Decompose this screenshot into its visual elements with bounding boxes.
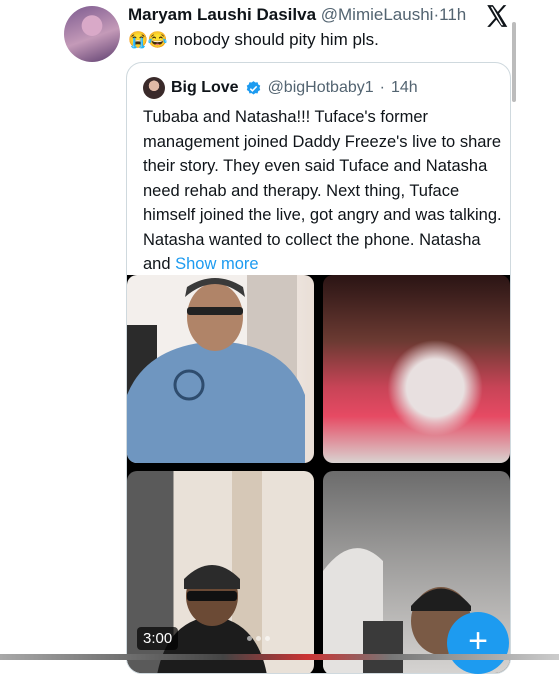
quoted-author-handle[interactable]: @bigHotbaby1	[268, 79, 374, 97]
show-more-link[interactable]: Show more	[175, 255, 258, 273]
author-avatar[interactable]	[64, 6, 120, 62]
compose-button[interactable]: +	[447, 612, 509, 674]
page-dot	[247, 636, 252, 641]
emoji-cry-laugh: 😭😂	[128, 32, 168, 49]
quoted-header: Big Love @bigHotbaby1 · 14h	[143, 77, 418, 99]
quoted-avatar[interactable]	[143, 77, 165, 99]
page-dot	[256, 636, 261, 641]
quoted-time[interactable]: 14h	[391, 79, 418, 97]
video-frame-top-left	[127, 275, 314, 463]
quoted-time-separator: ·	[379, 79, 385, 96]
video-player[interactable]: 3:00	[127, 275, 510, 673]
video-frame-top-right	[323, 275, 510, 463]
tweet-body: 😭😂 nobody should pity him pls.	[128, 30, 379, 50]
quoted-tweet[interactable]: Big Love @bigHotbaby1 · 14h Tubaba and Nat…	[126, 62, 511, 674]
author-line: Maryam Laushi Dasilva @MimieLaushi·11h	[128, 5, 466, 25]
media-page-dots	[247, 636, 270, 641]
quoted-text-body: Tubaba and Natasha!!! Tuface's former ma…	[143, 108, 502, 273]
page-dot	[265, 636, 270, 641]
verified-badge-icon	[246, 80, 260, 95]
tweet-text: nobody should pity him pls.	[173, 30, 379, 49]
author-handle[interactable]: @MimieLaushi	[321, 5, 434, 24]
bottom-bar	[0, 654, 559, 660]
quoted-text: Tubaba and Natasha!!! Tuface's former ma…	[143, 105, 505, 277]
scrollbar[interactable]	[512, 22, 516, 102]
video-duration-badge: 3:00	[137, 627, 179, 650]
tweet-time[interactable]: 11h	[439, 5, 466, 24]
x-logo-icon	[487, 5, 508, 27]
author-name[interactable]: Maryam Laushi Dasilva	[128, 5, 316, 24]
quoted-author-name[interactable]: Big Love	[171, 79, 239, 97]
